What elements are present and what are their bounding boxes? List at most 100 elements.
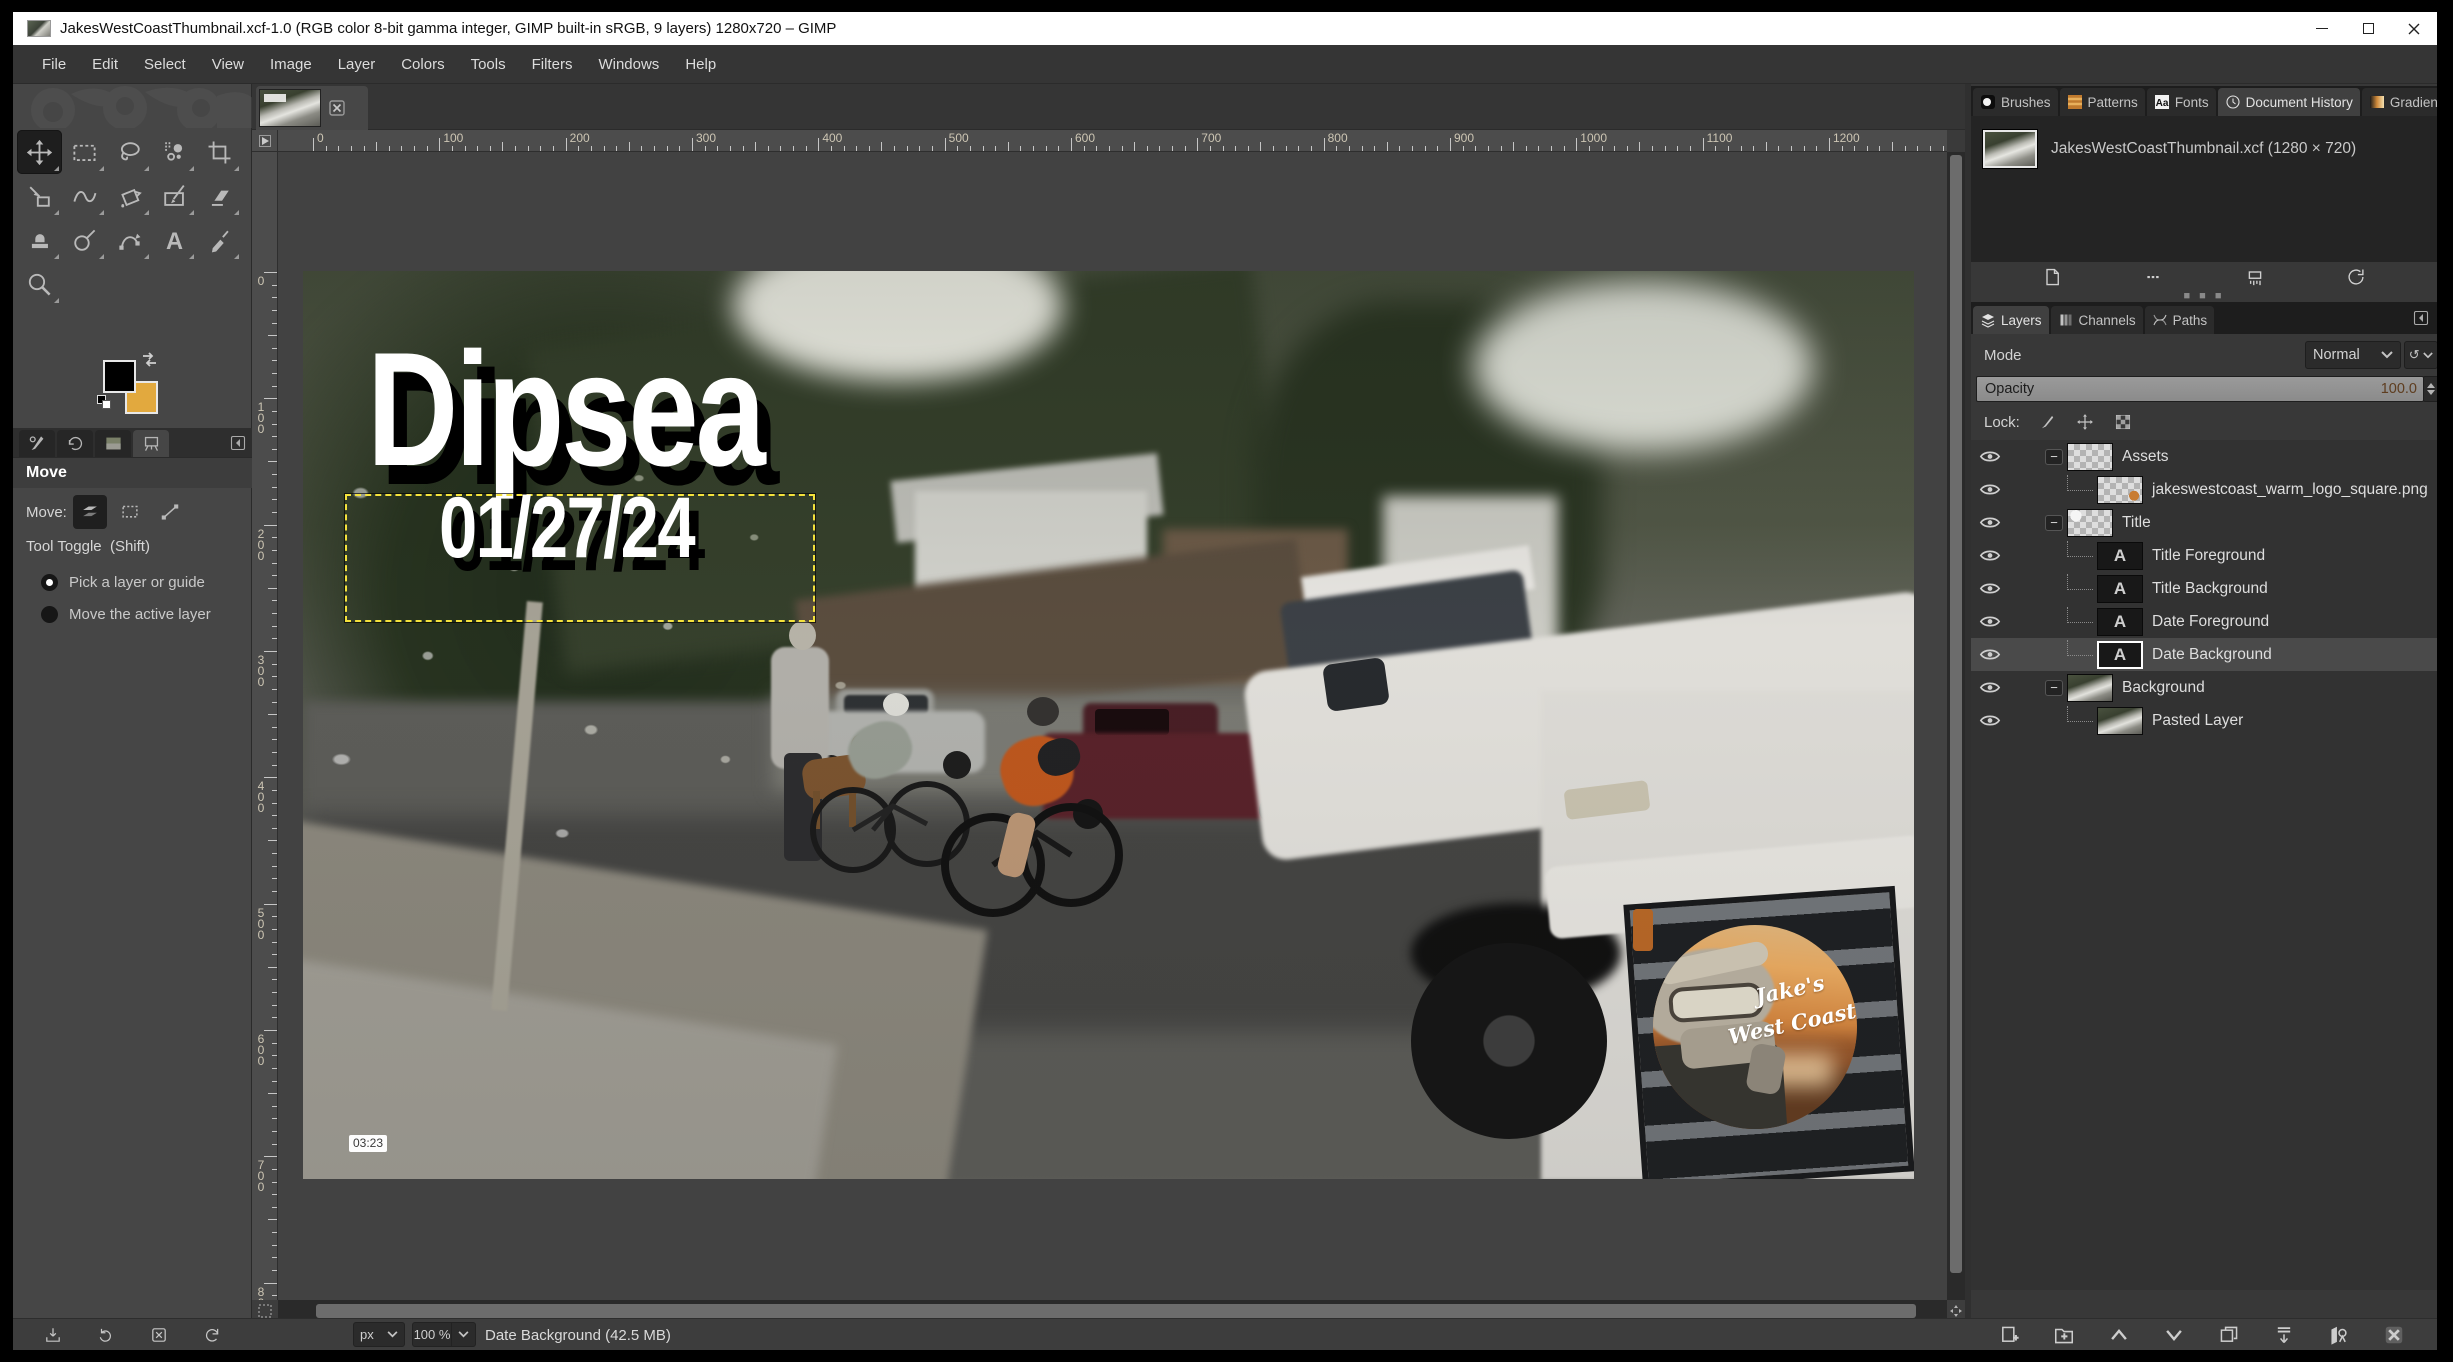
group-expander-icon[interactable]: −	[2045, 449, 2063, 465]
menu-file[interactable]: File	[29, 48, 79, 81]
menu-layer[interactable]: Layer	[325, 48, 389, 81]
menu-select[interactable]: Select	[131, 48, 199, 81]
canvas-image[interactable]: Jake's West Coast Dipsea 01/27/24 03:23	[303, 271, 1914, 1179]
layer-row-title-foreground[interactable]: ATitle Foreground	[1971, 539, 2437, 572]
radio-pick-layer[interactable]: Pick a layer or guide	[41, 568, 241, 596]
dock-tab-brushes[interactable]: Brushes	[1973, 88, 2058, 116]
clear-history-icon[interactable]	[2245, 267, 2265, 287]
layer-row-date-background[interactable]: ADate Background	[1971, 638, 2437, 671]
new-layer-group-icon[interactable]	[2053, 1324, 2075, 1346]
menu-filters[interactable]: Filters	[519, 48, 586, 81]
layer-row-jakeswestcoast-warm-logo-square-png[interactable]: jakeswestcoast_warm_logo_square.png	[1971, 473, 2437, 506]
group-expander-icon[interactable]: −	[2045, 680, 2063, 696]
layer-row-title[interactable]: −Title	[1971, 506, 2437, 539]
visibility-eye-icon[interactable]	[1979, 548, 2005, 563]
mode-dropdown[interactable]: Normal	[2305, 341, 2401, 369]
swap-colors-icon[interactable]	[141, 352, 158, 367]
dock-tab-patterns[interactable]: Patterns	[2060, 88, 2145, 116]
opacity-spinner[interactable]	[2423, 376, 2437, 402]
canvas-viewport[interactable]: Jake's West Coast Dipsea 01/27/24 03:23	[278, 152, 1947, 1300]
unit-dropdown[interactable]: px	[353, 1322, 405, 1347]
layer-row-pasted-layer[interactable]: Pasted Layer	[1971, 704, 2437, 737]
lower-layer-icon[interactable]	[2163, 1324, 2185, 1346]
new-layer-icon[interactable]	[1998, 1324, 2020, 1346]
group-expander-icon[interactable]: −	[2045, 515, 2063, 531]
menu-edit[interactable]: Edit	[79, 48, 131, 81]
save-preset-icon[interactable]	[44, 1326, 62, 1344]
foreground-color-swatch[interactable]	[103, 360, 136, 393]
menu-windows[interactable]: Windows	[585, 48, 672, 81]
menu-colors[interactable]: Colors	[388, 48, 457, 81]
menu-image[interactable]: Image	[257, 48, 325, 81]
move-path-button[interactable]	[153, 495, 187, 529]
collapse-left-icon[interactable]	[2413, 310, 2429, 326]
move-tool-button[interactable]	[17, 130, 62, 174]
lock-pixels-icon[interactable]	[2038, 413, 2056, 431]
paths-tool-button[interactable]	[107, 218, 152, 262]
layer-thumbnail[interactable]	[2067, 509, 2113, 537]
image-tab-close-icon[interactable]	[329, 100, 345, 116]
paintbrush-tool-button[interactable]	[152, 174, 197, 218]
visibility-eye-icon[interactable]	[1979, 581, 2005, 596]
layer-thumbnail[interactable]: A	[2097, 608, 2143, 636]
minimize-button[interactable]	[2299, 12, 2345, 45]
crop-tool-button[interactable]	[197, 130, 242, 174]
merge-down-icon[interactable]	[2273, 1324, 2295, 1346]
zoom-tool-button[interactable]	[17, 262, 62, 306]
undo-history-tab[interactable]	[57, 430, 93, 457]
radio-move-active-layer[interactable]: Move the active layer	[41, 600, 241, 628]
dock-grip[interactable]: ■ ■ ■	[1971, 292, 2437, 302]
layer-thumbnail[interactable]: A	[2097, 641, 2143, 669]
visibility-eye-icon[interactable]	[1979, 482, 2005, 497]
layer-thumbnail[interactable]: A	[2097, 542, 2143, 570]
lock-position-icon[interactable]	[2076, 413, 2094, 431]
document-history-entry[interactable]: JakesWestCoastThumbnail.xcf (1280 × 720)	[2051, 140, 2356, 158]
zoom-level-field[interactable]: 100 %	[412, 1322, 452, 1347]
dock-tab-document-history[interactable]: Document History	[2218, 88, 2360, 116]
vertical-scrollbar-thumb[interactable]	[1950, 155, 1962, 1273]
visibility-eye-icon[interactable]	[1979, 680, 2005, 695]
visibility-eye-icon[interactable]	[1979, 614, 2005, 629]
tool-options-tab[interactable]	[133, 430, 169, 457]
add-layer-mask-icon[interactable]	[2328, 1324, 2350, 1346]
menu-view[interactable]: View	[199, 48, 257, 81]
dock-tab-channels[interactable]: Channels	[2051, 306, 2143, 334]
layer-thumbnail[interactable]	[2067, 443, 2113, 471]
device-status-tab[interactable]	[19, 430, 55, 457]
layer-thumbnail[interactable]	[2067, 674, 2113, 702]
transform-tool-button[interactable]	[17, 174, 62, 218]
menu-help[interactable]: Help	[672, 48, 729, 81]
zoom-dropdown[interactable]	[452, 1322, 476, 1347]
delete-layer-icon[interactable]	[2383, 1324, 2405, 1346]
layer-thumbnail[interactable]: A	[2097, 575, 2143, 603]
collapse-left-icon[interactable]	[230, 435, 246, 451]
layer-thumbnail[interactable]	[2097, 476, 2143, 504]
horizontal-ruler[interactable]: 0100200300400500600700800900100011001200	[278, 130, 1947, 152]
layer-row-background[interactable]: −Background	[1971, 671, 2437, 704]
fuzzy-select-tool-button[interactable]	[152, 130, 197, 174]
vertical-scrollbar[interactable]	[1947, 152, 1965, 1300]
opacity-slider[interactable]: Opacity 100.0	[1976, 376, 2424, 402]
color-picker-tool-button[interactable]	[197, 218, 242, 262]
dock-tab-layers[interactable]: Layers	[1973, 306, 2049, 334]
dock-tab-fonts[interactable]: AaFonts	[2147, 88, 2216, 116]
images-tab[interactable]	[95, 430, 131, 457]
layer-row-date-foreground[interactable]: ADate Foreground	[1971, 605, 2437, 638]
visibility-eye-icon[interactable]	[1979, 713, 2005, 728]
visibility-eye-icon[interactable]	[1979, 515, 2005, 530]
move-selection-button[interactable]	[113, 495, 147, 529]
horizontal-scrollbar-thumb[interactable]	[316, 1304, 1916, 1318]
dodge-burn-tool-button[interactable]	[62, 218, 107, 262]
vertical-ruler[interactable]: 0100200300400500600700800	[252, 152, 278, 1300]
refresh-previews-icon[interactable]	[2346, 267, 2366, 287]
eraser-tool-button[interactable]	[197, 174, 242, 218]
menu-tools[interactable]: Tools	[458, 48, 519, 81]
free-select-tool-button[interactable]	[107, 130, 152, 174]
dock-tab-gradients[interactable]: Gradients	[2362, 88, 2437, 116]
layer-row-title-background[interactable]: ATitle Background	[1971, 572, 2437, 605]
clone-tool-button[interactable]	[17, 218, 62, 262]
visibility-eye-icon[interactable]	[1979, 647, 2005, 662]
restore-preset-icon[interactable]	[97, 1326, 115, 1344]
layer-thumbnail[interactable]	[2097, 707, 2143, 735]
visibility-eye-icon[interactable]	[1979, 449, 2005, 464]
